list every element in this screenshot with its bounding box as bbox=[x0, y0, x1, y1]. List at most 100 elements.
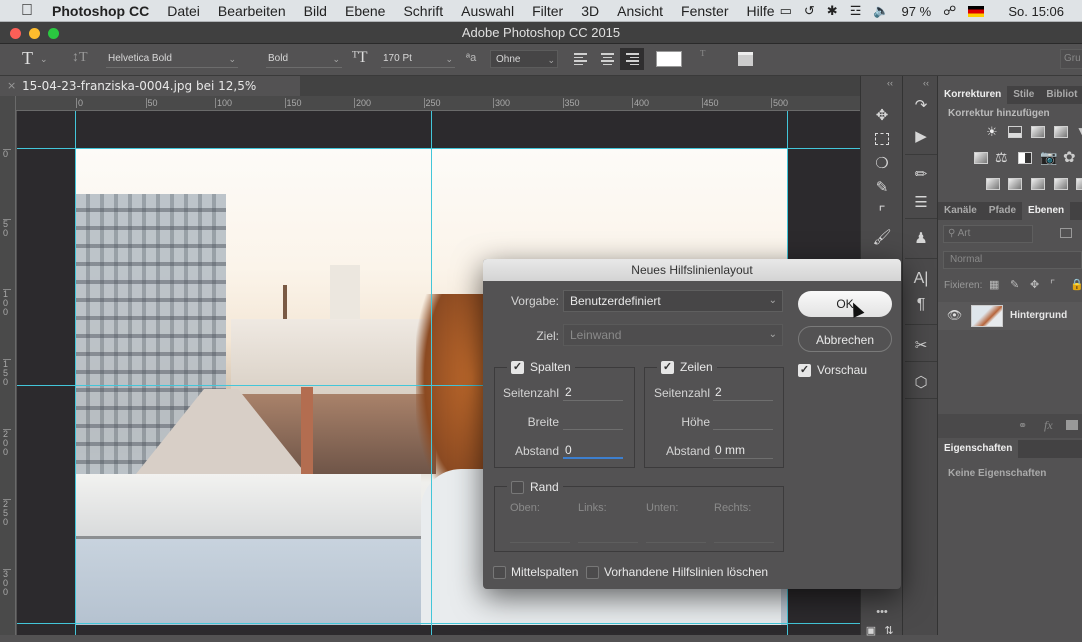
wifi-icon[interactable]: ☲ bbox=[850, 3, 862, 19]
margin-top-input[interactable] bbox=[510, 525, 570, 543]
rows-count-input[interactable]: 2 bbox=[713, 383, 773, 401]
blend-mode-select[interactable]: Normal bbox=[943, 251, 1082, 269]
preset-select[interactable]: Benutzerdefiniert ⌄ bbox=[563, 290, 783, 312]
lock-transparent-icon[interactable]: ▦ bbox=[989, 278, 999, 291]
rows-gutter-input[interactable]: 0 mm bbox=[713, 441, 773, 459]
eyedropper-tool-icon[interactable]: 🖌 bbox=[861, 225, 903, 249]
levels-icon[interactable] bbox=[1008, 126, 1022, 138]
antialias-select[interactable]: Ohne ⌄ bbox=[490, 50, 558, 68]
posterize-icon[interactable] bbox=[1008, 178, 1022, 190]
airplay-icon[interactable]: ▭ bbox=[780, 3, 792, 19]
cancel-button[interactable]: Abbrechen bbox=[798, 326, 892, 352]
ok-button[interactable]: OK bbox=[798, 291, 892, 317]
menu-hilfe[interactable]: Hilfe bbox=[747, 3, 775, 19]
preview-check-icon[interactable]: ✓ bbox=[798, 363, 811, 377]
align-right-button[interactable] bbox=[620, 48, 644, 70]
brightness-contrast-icon[interactable]: ☀ bbox=[986, 124, 998, 140]
guide-horizontal-top[interactable] bbox=[17, 148, 860, 149]
character-paragraph-panel-icon[interactable] bbox=[738, 52, 753, 66]
rows-checkbox[interactable]: ✓ Zeilen bbox=[657, 360, 717, 374]
hue-saturation-icon[interactable] bbox=[974, 152, 988, 164]
font-family-select[interactable]: Helvetica Bold ⌄ bbox=[106, 50, 238, 68]
keyboard-layout-flag-icon[interactable] bbox=[968, 5, 985, 17]
selective-color-icon[interactable] bbox=[1076, 178, 1082, 190]
paragraph-panel-icon[interactable]: ¶ bbox=[903, 293, 939, 317]
bluetooth-icon[interactable]: ✱ bbox=[827, 3, 838, 19]
lock-artboard-icon[interactable]: ⌜ bbox=[1050, 278, 1055, 291]
margin-bottom-input[interactable] bbox=[646, 525, 706, 543]
vibrance-icon[interactable]: ▼ bbox=[1076, 124, 1082, 138]
layer-row[interactable]: 👁 Hintergrund bbox=[938, 302, 1082, 330]
rows-check-icon[interactable]: ✓ bbox=[661, 360, 674, 374]
menu-ebene[interactable]: Ebene bbox=[345, 3, 385, 19]
time-machine-icon[interactable]: ↺ bbox=[804, 3, 815, 19]
default-colors-icon[interactable]: ▣ bbox=[861, 618, 881, 642]
warp-text-icon[interactable]: ᵀ bbox=[700, 48, 705, 65]
marquee-tool-icon[interactable] bbox=[861, 127, 903, 151]
lock-image-icon[interactable]: ✎ bbox=[1010, 278, 1019, 291]
black-white-icon[interactable] bbox=[1018, 152, 1032, 164]
battery-icon[interactable]: ☍ bbox=[943, 3, 956, 19]
threshold-icon[interactable] bbox=[1031, 178, 1045, 190]
swap-colors-icon[interactable]: ⇅ bbox=[879, 618, 899, 642]
close-window-button[interactable] bbox=[10, 28, 21, 39]
menu-schrift[interactable]: Schrift bbox=[403, 3, 443, 19]
rows-height-input[interactable] bbox=[713, 412, 773, 430]
type-tool-preset-icon[interactable]: T bbox=[22, 48, 33, 69]
tab-korrekturen[interactable]: Korrekturen bbox=[938, 86, 1008, 104]
close-tab-icon[interactable]: × bbox=[7, 76, 16, 96]
preview-checkbox[interactable]: ✓ Vorschau bbox=[798, 363, 867, 377]
exposure-icon[interactable] bbox=[1054, 126, 1068, 138]
columns-count-input[interactable]: 2 bbox=[563, 383, 623, 401]
apple-menu-icon[interactable]:  bbox=[18, 2, 36, 20]
margin-left-input[interactable] bbox=[578, 525, 638, 543]
3d-panel-icon[interactable]: ⬡ bbox=[903, 370, 939, 394]
center-columns-check-icon[interactable] bbox=[493, 565, 506, 579]
columns-checkbox[interactable]: ✓ Spalten bbox=[507, 360, 575, 374]
tab-pfade[interactable]: Pfade bbox=[983, 202, 1022, 220]
guide-vertical-left[interactable] bbox=[75, 111, 76, 635]
menu-datei[interactable]: Datei bbox=[167, 3, 200, 19]
color-balance-icon[interactable]: ⚖ bbox=[995, 149, 1008, 166]
clone-source-icon[interactable]: ♟ bbox=[903, 226, 939, 250]
add-mask-icon[interactable] bbox=[1066, 420, 1078, 430]
columns-check-icon[interactable]: ✓ bbox=[511, 360, 524, 374]
toggle-text-orientation-icon[interactable]: ↕T bbox=[72, 50, 88, 66]
font-style-select[interactable]: Bold ⌄ bbox=[266, 50, 342, 68]
margin-checkbox[interactable]: Rand bbox=[507, 480, 563, 494]
target-select[interactable]: Leinwand ⌄ bbox=[563, 324, 783, 346]
menu-bearbeiten[interactable]: Bearbeiten bbox=[218, 3, 286, 19]
tab-stile[interactable]: Stile bbox=[1007, 86, 1040, 104]
align-center-button[interactable] bbox=[598, 50, 616, 68]
filter-pixel-layers-icon[interactable] bbox=[1060, 228, 1072, 238]
battery-percent[interactable]: 97 % bbox=[902, 4, 932, 19]
layer-filter-select[interactable]: ⚲ Art bbox=[943, 225, 1033, 243]
actions-panel-icon[interactable]: ▶ bbox=[903, 124, 939, 148]
volume-icon[interactable]: 🔈 bbox=[873, 3, 889, 19]
text-color-swatch[interactable] bbox=[656, 51, 682, 67]
crop-tool-icon[interactable]: ⌜ bbox=[861, 200, 903, 224]
guide-horizontal-bottom[interactable] bbox=[17, 623, 860, 624]
center-columns-checkbox[interactable]: Mittelspalten bbox=[493, 565, 578, 579]
minimize-window-button[interactable] bbox=[29, 28, 40, 39]
collapse-toolbar-icon[interactable]: ‹‹ bbox=[887, 78, 893, 88]
font-size-select[interactable]: 170 Pt ⌄ bbox=[381, 50, 455, 68]
gradient-map-icon[interactable] bbox=[1054, 178, 1068, 190]
document-tab[interactable]: × 15-04-23-franziska-0004.jpg bei 12,5% … bbox=[0, 76, 300, 113]
ruler-vertical[interactable]: 0 50 100 150 200 250 300 bbox=[0, 96, 16, 635]
clear-guides-checkbox[interactable]: Vorhandene Hilfslinien löschen bbox=[586, 565, 768, 579]
move-tool-icon[interactable]: ✥ bbox=[861, 103, 903, 127]
brush-presets-icon[interactable]: ✏ bbox=[903, 162, 939, 186]
clear-guides-check-icon[interactable] bbox=[586, 565, 599, 579]
margin-right-input[interactable] bbox=[714, 525, 774, 543]
menu-filter[interactable]: Filter bbox=[532, 3, 563, 19]
curves-icon[interactable] bbox=[1031, 126, 1045, 138]
lasso-tool-icon[interactable]: ❍ bbox=[861, 151, 903, 175]
lock-position-icon[interactable]: ✥ bbox=[1030, 278, 1039, 291]
zoom-window-button[interactable] bbox=[48, 28, 59, 39]
menu-bild[interactable]: Bild bbox=[304, 3, 327, 19]
lock-all-icon[interactable]: 🔒 bbox=[1070, 278, 1082, 291]
margin-check-icon[interactable] bbox=[511, 480, 524, 494]
fx-icon[interactable]: fx bbox=[1044, 418, 1053, 433]
visibility-eye-icon[interactable]: 👁 bbox=[947, 308, 962, 322]
